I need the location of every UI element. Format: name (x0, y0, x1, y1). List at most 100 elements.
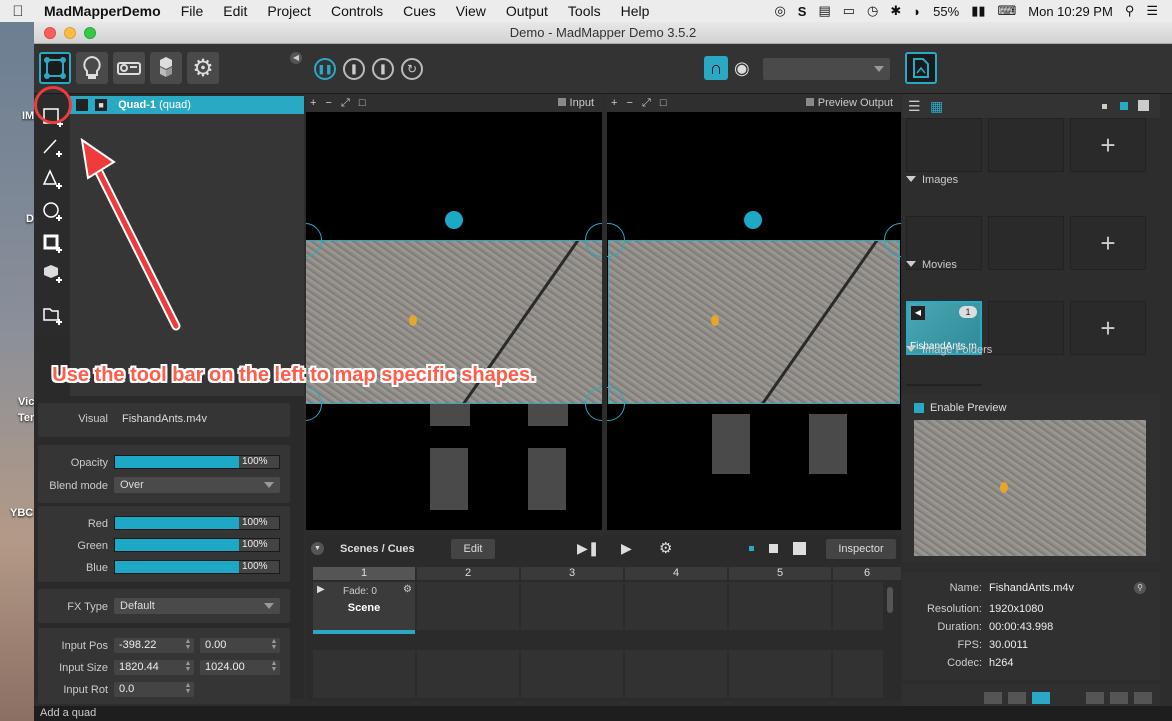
settings-button[interactable]: ⚙ (187, 52, 219, 84)
inspector-button[interactable]: Inspector (826, 539, 896, 559)
scene-cell[interactable] (313, 650, 415, 698)
surfaces-mode-button[interactable] (39, 52, 71, 84)
menu-project[interactable]: Project (257, 3, 321, 19)
scene-cell[interactable] (833, 582, 883, 630)
zoom-out-icon[interactable]: − (627, 97, 633, 109)
next-cue-icon[interactable]: ▶❚ (577, 540, 600, 557)
scene-cell[interactable] (521, 650, 623, 698)
step-button[interactable]: ❚ (343, 58, 365, 80)
visual-value[interactable]: FishandAnts.m4v (122, 413, 207, 425)
red-slider[interactable]: 100% (114, 516, 280, 530)
export-button[interactable] (905, 52, 937, 84)
clock[interactable]: Mon 10:29 PM (1028, 4, 1113, 19)
menu-help[interactable]: Help (611, 3, 660, 19)
output-selector[interactable] (763, 58, 890, 80)
large-size-icon[interactable] (1138, 100, 1149, 111)
medium-size-icon[interactable] (769, 544, 778, 553)
scene-cell[interactable] (833, 650, 883, 698)
image-folders-section-header[interactable]: Image Folders (906, 344, 992, 356)
movie-slot[interactable] (988, 301, 1064, 355)
input-pos-x-field[interactable]: -398.22 ▲ ▼ (114, 638, 194, 653)
fit-icon[interactable]: ⤢ (341, 97, 350, 109)
apple-icon[interactable]:  (0, 3, 36, 20)
image-view-icon[interactable]: ▦ (930, 98, 943, 115)
zoom-in-icon[interactable]: + (611, 97, 617, 109)
add-3d-object-tool[interactable] (41, 262, 65, 286)
menu-file[interactable]: File (171, 3, 214, 19)
selected-layer-row[interactable]: ■ Quad-1 (quad) (70, 96, 304, 114)
add-mask-tool[interactable] (41, 232, 65, 256)
visibility-toggle[interactable] (76, 99, 88, 111)
column-header[interactable]: 5 (729, 567, 831, 580)
bank-icon[interactable]: ▤ (818, 3, 830, 19)
magnet-button[interactable]: ∩ (704, 56, 728, 80)
stepper-icon[interactable]: ▲ ▼ (184, 682, 192, 695)
large-size-icon[interactable] (793, 542, 806, 555)
column-header[interactable]: 1 (313, 567, 415, 580)
zoom-button[interactable] (84, 27, 96, 39)
gear-icon[interactable]: ⚙ (659, 539, 672, 557)
add-image-button[interactable]: + (1070, 216, 1146, 270)
menu-list-icon[interactable]: ☰ (1146, 3, 1158, 19)
play-back-icon[interactable]: ◀ (911, 306, 925, 320)
transport-button[interactable] (1086, 692, 1104, 704)
add-line-tool[interactable] (41, 136, 65, 160)
opacity-slider[interactable]: 100% (114, 455, 280, 469)
play-icon[interactable]: ▶ (317, 584, 325, 595)
scene-cell-active[interactable]: ▶ Fade: 0 ⚙ Scene (313, 582, 415, 634)
stepper-icon[interactable]: ▲ ▼ (270, 638, 278, 651)
column-header[interactable]: 2 (417, 567, 519, 580)
output-quad[interactable] (608, 240, 900, 404)
collapse-left-icon[interactable]: ◀ (290, 52, 302, 64)
close-button[interactable] (44, 27, 56, 39)
movies-section-header[interactable]: Movies (906, 259, 957, 271)
stepper-icon[interactable]: ▲ ▼ (270, 660, 278, 673)
image-slot[interactable] (988, 216, 1064, 270)
transport-button[interactable] (984, 692, 1002, 704)
input-size-w-field[interactable]: 1820.44 ▲ ▼ (114, 660, 194, 675)
bluetooth-icon[interactable]: ✱ (890, 3, 901, 19)
stepper-icon[interactable]: ▲ ▼ (184, 638, 192, 651)
minimize-button[interactable] (64, 27, 76, 39)
scene-cell[interactable] (417, 582, 519, 630)
loop-button[interactable]: ↻ (401, 58, 423, 80)
eye-icon[interactable]: ◉ (734, 58, 750, 79)
airplay-icon[interactable]: ▭ (843, 3, 855, 19)
small-size-icon[interactable] (1102, 104, 1107, 109)
scene-cell[interactable] (625, 650, 727, 698)
3d-objects-mode-button[interactable] (150, 52, 182, 84)
stop-button[interactable]: ❚ (372, 58, 394, 80)
input-size-h-field[interactable]: 1024.00 ▲ ▼ (200, 660, 280, 675)
images-section-header[interactable]: Images (906, 174, 958, 186)
media-slot[interactable] (988, 118, 1064, 172)
green-slider[interactable]: 100% (114, 538, 280, 552)
medium-size-icon[interactable] (1120, 102, 1128, 110)
column-header[interactable]: 3 (521, 567, 623, 580)
menu-tools[interactable]: Tools (558, 3, 611, 19)
transport-button[interactable] (1008, 692, 1026, 704)
small-size-icon[interactable] (749, 546, 754, 551)
scene-cell[interactable] (417, 650, 519, 698)
move-handle-icon[interactable] (744, 211, 762, 229)
wifi-icon[interactable]: ◗ (913, 4, 921, 19)
scene-cell[interactable] (521, 582, 623, 630)
column-header[interactable]: 4 (625, 567, 727, 580)
lock-icon[interactable]: ■ (95, 99, 108, 111)
add-movie-button[interactable]: + (1070, 301, 1146, 355)
creative-cloud-icon[interactable]: ◎ (774, 3, 785, 19)
search-icon[interactable]: ⚲ (1134, 582, 1146, 594)
menu-app-name[interactable]: MadMapperDemo (36, 3, 171, 19)
blend-mode-dropdown[interactable]: Over (114, 477, 280, 493)
gear-icon[interactable]: ⚙ (403, 584, 412, 595)
zoom-in-icon[interactable]: + (310, 97, 316, 109)
transport-play-button[interactable] (1032, 692, 1050, 704)
s-app-icon[interactable]: S (798, 4, 807, 19)
add-triangle-tool[interactable] (41, 168, 65, 192)
pause-button[interactable]: ❚❚ (314, 58, 336, 80)
input-rot-field[interactable]: 0.0 ▲ ▼ (114, 682, 194, 697)
collapse-scenes-icon[interactable]: ▼ (311, 542, 324, 555)
input-pos-y-field[interactable]: 0.00 ▲ ▼ (200, 638, 280, 653)
add-folder-tool[interactable] (41, 304, 65, 328)
lights-mode-button[interactable] (76, 52, 108, 84)
fullscreen-icon[interactable]: □ (660, 97, 667, 109)
